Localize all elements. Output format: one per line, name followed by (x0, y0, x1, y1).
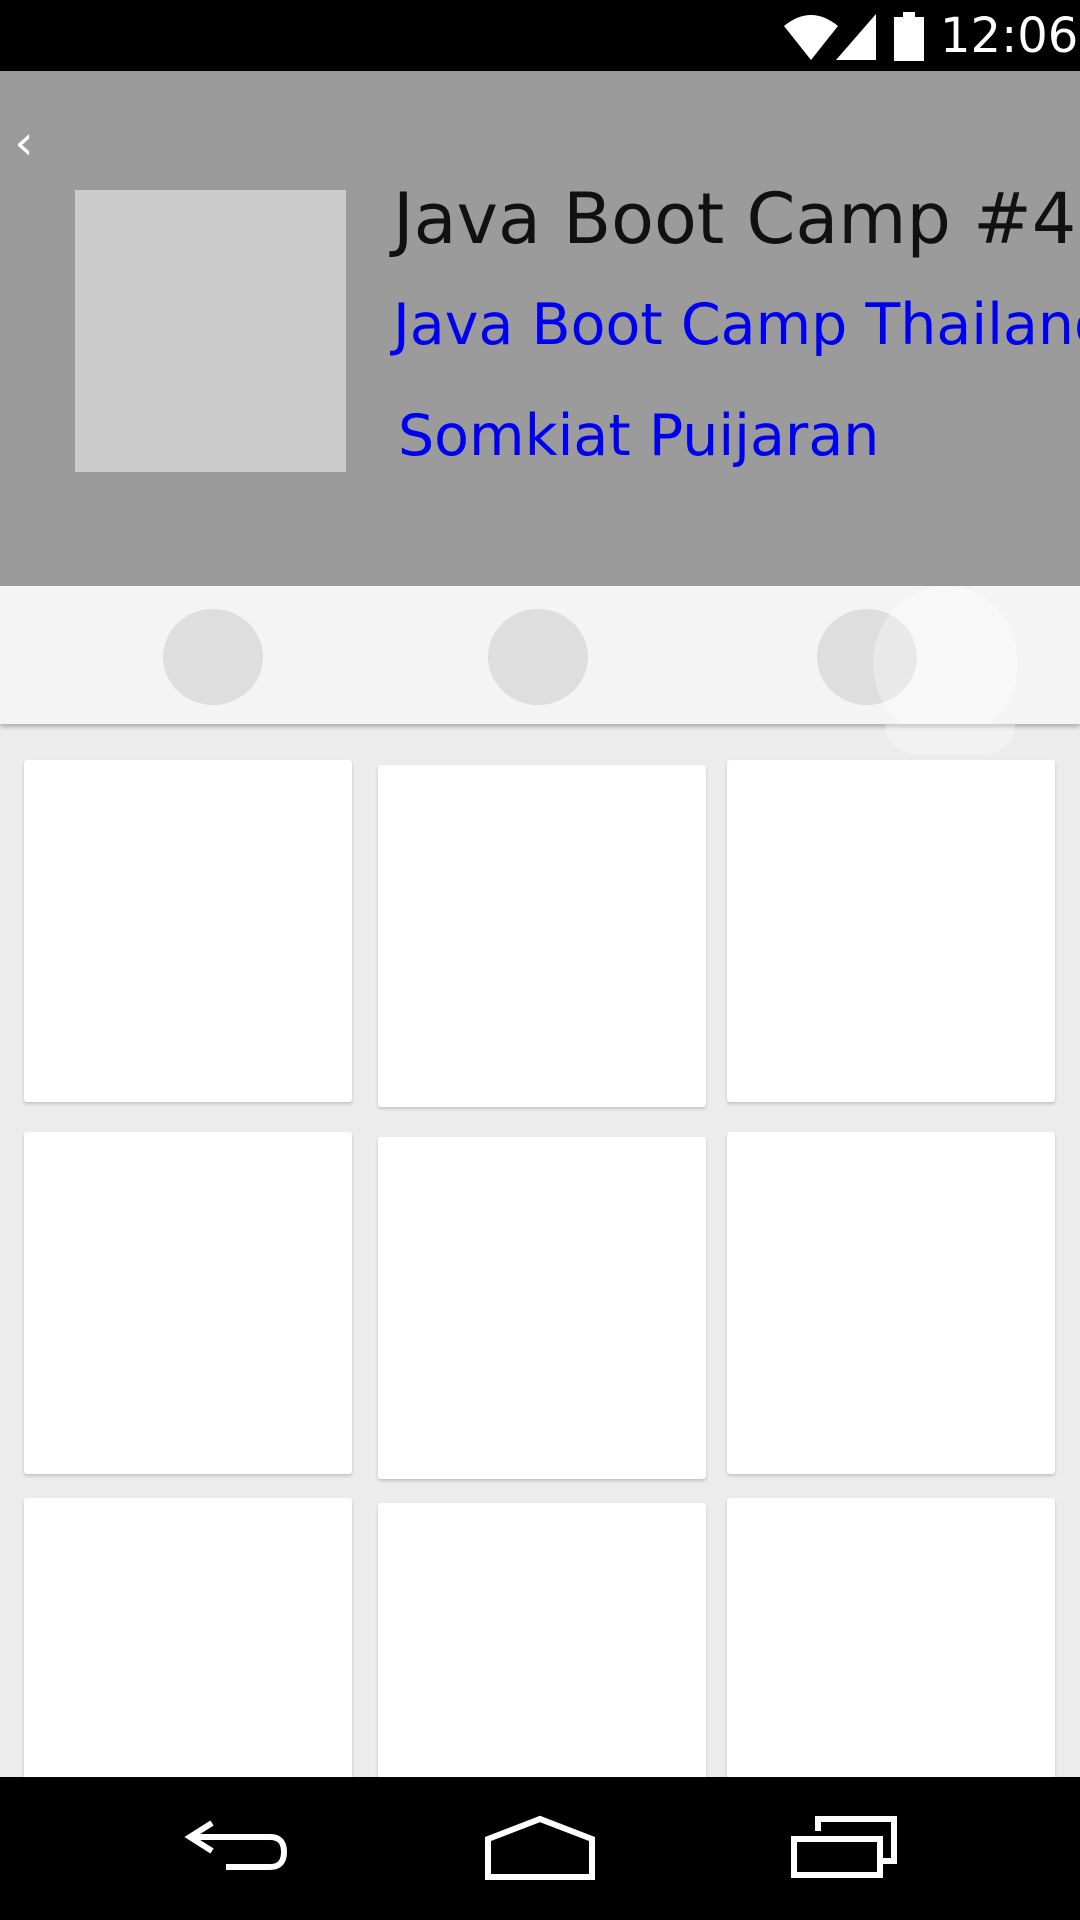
tab-1[interactable] (163, 609, 263, 705)
home-icon[interactable] (480, 1807, 600, 1887)
grid-card[interactable] (24, 760, 352, 1102)
clock-time: 12:06 (940, 8, 1079, 64)
wifi-icon (784, 15, 838, 60)
organizer-link[interactable]: Somkiat Puijaran (398, 402, 879, 470)
event-header: ‹ Java Boot Camp #4 Java Boot Camp Thail… (0, 71, 1080, 586)
back-button[interactable]: ‹ (6, 113, 42, 173)
grid-card[interactable] (378, 1503, 706, 1777)
event-title: Java Boot Camp #4 (393, 178, 1077, 260)
touch-ripple (873, 586, 1018, 724)
grid-card[interactable] (727, 1498, 1055, 1777)
grid-card[interactable] (24, 1132, 352, 1474)
card-grid (0, 724, 1080, 1777)
battery-icon (894, 12, 924, 61)
event-cover-image (75, 190, 346, 472)
cell-signal-icon (836, 14, 876, 60)
status-bar: 12:06 (0, 0, 1080, 71)
recent-apps-icon[interactable] (784, 1807, 904, 1887)
grid-card[interactable] (378, 765, 706, 1107)
grid-card[interactable] (727, 1132, 1055, 1474)
grid-card[interactable] (727, 760, 1055, 1102)
group-link[interactable]: Java Boot Camp Thailand (393, 291, 1080, 359)
tab-2[interactable] (488, 609, 588, 705)
grid-card[interactable] (24, 1498, 352, 1777)
tab-strip (0, 586, 1080, 724)
touch-ripple-tail (885, 724, 1015, 754)
back-icon[interactable] (180, 1807, 300, 1887)
navigation-bar (0, 1777, 1080, 1920)
grid-card[interactable] (378, 1137, 706, 1479)
